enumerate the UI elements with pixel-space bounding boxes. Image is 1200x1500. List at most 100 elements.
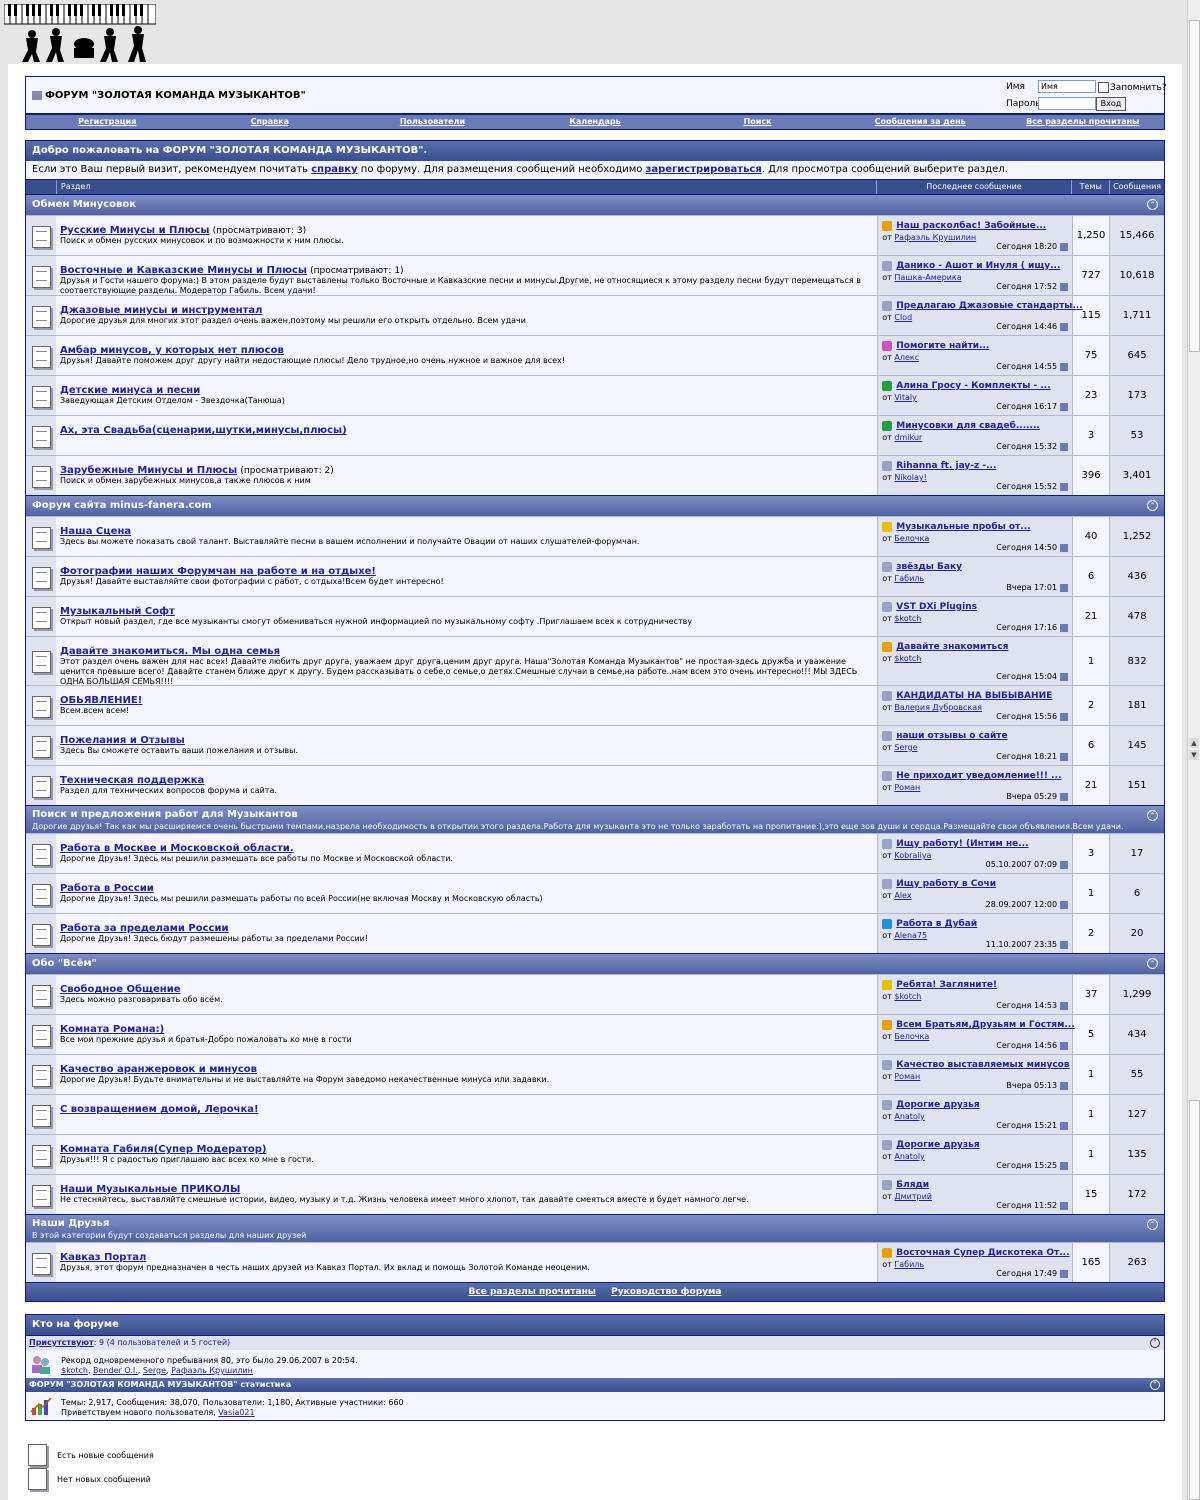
last-post-title-link[interactable]: Работа в Дубай bbox=[896, 919, 977, 929]
mark-all-read-link[interactable]: Все разделы прочитаны bbox=[469, 1287, 596, 1297]
forum-name-link[interactable]: Наши Музыкальные ПРИКОЛЫ bbox=[60, 1184, 240, 1195]
nav-mark-read[interactable]: Все разделы прочитаны bbox=[1001, 115, 1164, 129]
last-post-user-link[interactable]: Белочка bbox=[894, 534, 929, 543]
category-header[interactable]: Поиск и предложения работ для Музыкантов… bbox=[26, 805, 1164, 833]
go-to-last-post-icon[interactable] bbox=[1060, 860, 1069, 869]
forum-name-link[interactable]: Кавказ Портал bbox=[60, 1252, 146, 1263]
online-user[interactable]: Bender O.I. bbox=[93, 1366, 138, 1375]
login-button[interactable]: Вход bbox=[1096, 97, 1126, 111]
page-scrollbar[interactable]: ▲ ▼ bbox=[1187, 0, 1200, 1500]
last-post-user-link[interactable]: Габиль bbox=[894, 574, 924, 583]
last-post-title-link[interactable]: Дорогие друзья bbox=[896, 1140, 979, 1150]
remember-checkbox[interactable] bbox=[1098, 82, 1109, 93]
forum-name-link[interactable]: Свободное Общение bbox=[60, 984, 181, 995]
category-title[interactable]: Наши Друзья bbox=[32, 1218, 109, 1229]
last-post-title-link[interactable]: Ищу работу в Сочи bbox=[896, 879, 996, 889]
last-post-title-link[interactable]: Всем Братьям,Друзьям и Гостям... bbox=[896, 1020, 1074, 1030]
online-user[interactable]: $kotch bbox=[61, 1366, 88, 1375]
last-post-user-link[interactable]: Kobraliya bbox=[894, 851, 931, 860]
nav-search[interactable]: Поиск bbox=[676, 115, 839, 129]
forum-name-link[interactable]: ОБЬЯВЛЕНИЕ! bbox=[60, 695, 142, 706]
go-to-last-post-icon[interactable] bbox=[1060, 712, 1069, 721]
last-post-user-link[interactable]: Дмитрий bbox=[894, 1192, 932, 1201]
last-post-user-link[interactable]: Роман bbox=[894, 783, 920, 792]
forum-name-link[interactable]: Пожелания и Отзывы bbox=[60, 735, 185, 746]
last-post-user-link[interactable]: Serge bbox=[894, 743, 917, 752]
last-post-title-link[interactable]: Качество выставляемых минусов bbox=[896, 1060, 1069, 1070]
last-post-title-link[interactable]: VST DXi Plugins bbox=[896, 602, 977, 612]
last-post-user-link[interactable]: Роман bbox=[894, 1072, 920, 1081]
collapse-icon[interactable]: ⌃ bbox=[1150, 1338, 1160, 1348]
go-to-last-post-icon[interactable] bbox=[1060, 672, 1069, 681]
forum-name-link[interactable]: Восточные и Кавказские Минусы и Плюсы bbox=[60, 265, 307, 276]
forum-name-link[interactable]: Работа в Москве и Московской области. bbox=[60, 843, 294, 854]
forum-name-link[interactable]: Зарубежные Минусы и Плюсы bbox=[60, 465, 237, 476]
last-post-title-link[interactable]: Не приходит уведомление!!! ... bbox=[896, 771, 1061, 781]
last-post-user-link[interactable]: Валерия Дубровская bbox=[894, 703, 982, 712]
forum-name-link[interactable]: Музыкальный Софт bbox=[60, 606, 175, 617]
last-post-title-link[interactable]: Алина Гросу - Комплекты - ... bbox=[896, 381, 1050, 391]
scrollbar-thumb-lower[interactable] bbox=[1189, 1100, 1200, 1500]
go-to-last-post-icon[interactable] bbox=[1060, 1001, 1069, 1010]
collapse-icon[interactable]: ⌃ bbox=[1150, 1380, 1160, 1390]
collapse-icon[interactable]: ⌃ bbox=[1147, 199, 1158, 210]
go-to-last-post-icon[interactable] bbox=[1060, 1081, 1069, 1090]
last-post-user-link[interactable]: Пашка-Америка bbox=[894, 273, 961, 282]
forum-name-link[interactable]: Техническая поддержка bbox=[60, 775, 204, 786]
go-to-last-post-icon[interactable] bbox=[1060, 322, 1069, 331]
go-to-last-post-icon[interactable] bbox=[1060, 1201, 1069, 1210]
forum-title[interactable]: ФОРУМ "ЗОЛОТАЯ КОМАНДА МУЗЫКАНТОВ" bbox=[32, 90, 306, 101]
category-header[interactable]: Форум сайта minus-fanera.com ⌃ bbox=[26, 495, 1164, 516]
last-post-user-link[interactable]: Anatoly bbox=[894, 1152, 924, 1161]
password-input[interactable] bbox=[1038, 97, 1096, 110]
last-post-title-link[interactable]: Бляди bbox=[896, 1180, 929, 1190]
last-post-title-link[interactable]: наши отзывы о сайте bbox=[896, 731, 1007, 741]
forum-name-link[interactable]: Комната Габиля(Супер Модератор) bbox=[60, 1144, 267, 1155]
category-header[interactable]: Наши Друзья В этой категории будут создав… bbox=[26, 1214, 1164, 1242]
category-title[interactable]: Обмен Минусовок bbox=[32, 199, 136, 210]
go-to-last-post-icon[interactable] bbox=[1060, 1269, 1069, 1278]
forum-rules-link[interactable]: Руководство форума bbox=[611, 1287, 721, 1297]
go-to-last-post-icon[interactable] bbox=[1060, 583, 1069, 592]
forum-name-link[interactable]: Работа в России bbox=[60, 883, 154, 894]
go-to-last-post-icon[interactable] bbox=[1060, 1161, 1069, 1170]
scroll-down-icon[interactable]: ▼ bbox=[1189, 750, 1199, 760]
go-to-last-post-icon[interactable] bbox=[1060, 752, 1069, 761]
forum-name-link[interactable]: С возвращением домой, Лерочка! bbox=[60, 1104, 259, 1115]
site-logo[interactable] bbox=[4, 4, 156, 62]
last-post-user-link[interactable]: dmikur bbox=[894, 433, 922, 442]
nav-register[interactable]: Регистрация bbox=[26, 115, 189, 129]
category-header[interactable]: Обмен Минусовок ⌃ bbox=[26, 194, 1164, 215]
collapse-icon[interactable]: ⌃ bbox=[1147, 958, 1158, 969]
last-post-title-link[interactable]: Данико - Ашот и Инуля ( ищу... bbox=[896, 261, 1060, 271]
last-post-user-link[interactable]: Clod bbox=[894, 313, 912, 322]
nav-todays-posts[interactable]: Сообщения за день bbox=[839, 115, 1002, 129]
collapse-icon[interactable]: ⌃ bbox=[1147, 1219, 1158, 1230]
last-post-title-link[interactable]: Ребята! Загляните! bbox=[896, 980, 997, 990]
go-to-last-post-icon[interactable] bbox=[1060, 792, 1069, 801]
collapse-icon[interactable]: ⌃ bbox=[1147, 810, 1158, 821]
forum-name-link[interactable]: Наша Сцена bbox=[60, 526, 131, 537]
nav-members[interactable]: Пользователи bbox=[351, 115, 514, 129]
last-post-user-link[interactable]: Рафаэль Крушилин bbox=[894, 233, 976, 242]
nav-calendar[interactable]: Календарь bbox=[514, 115, 677, 129]
last-post-user-link[interactable]: Alex bbox=[894, 891, 911, 900]
scroll-up-icon[interactable]: ▲ bbox=[1189, 738, 1199, 748]
scrollbar-thumb[interactable] bbox=[1189, 20, 1200, 352]
last-post-user-link[interactable]: Alena75 bbox=[894, 931, 927, 940]
go-to-last-post-icon[interactable] bbox=[1060, 1121, 1069, 1130]
category-title[interactable]: Обо "Всём" bbox=[32, 958, 97, 969]
last-post-title-link[interactable]: Помогите найти... bbox=[896, 341, 989, 351]
online-user[interactable]: Serge bbox=[143, 1366, 166, 1375]
last-post-user-link[interactable]: Алекс bbox=[894, 353, 919, 362]
nav-help[interactable]: Справка bbox=[189, 115, 352, 129]
category-title[interactable]: Форум сайта minus-fanera.com bbox=[32, 500, 212, 511]
collapse-icon[interactable]: ⌃ bbox=[1147, 500, 1158, 511]
forum-name-link[interactable]: Давайте знакомиться. Мы одна семья bbox=[60, 646, 280, 657]
last-post-user-link[interactable]: Vitaly bbox=[894, 393, 917, 402]
go-to-last-post-icon[interactable] bbox=[1060, 402, 1069, 411]
last-post-user-link[interactable]: Anatoly bbox=[894, 1112, 924, 1121]
username-input[interactable]: Имя bbox=[1038, 80, 1096, 93]
forum-name-link[interactable]: Качество аранжеровок и минусов bbox=[60, 1064, 257, 1075]
last-post-title-link[interactable]: звёзды Баку bbox=[896, 562, 962, 572]
